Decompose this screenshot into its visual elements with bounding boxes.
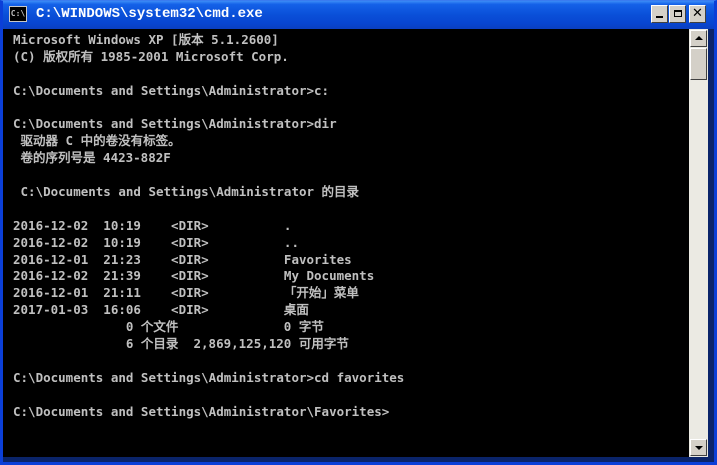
- minimize-icon: [656, 16, 663, 18]
- console-line: 驱动器 C 中的卷没有标签。: [13, 133, 181, 149]
- console-line: Microsoft Windows XP [版本 5.1.2600]: [13, 32, 279, 47]
- console-line: 2016-12-02 10:19 <DIR> .: [13, 217, 292, 233]
- console-line: C:\Documents and Settings\Administrator>…: [13, 116, 337, 132]
- close-button[interactable]: ✕: [689, 5, 706, 23]
- console-line: 2016-12-02 10:19 <DIR> ..: [13, 234, 299, 250]
- vertical-scrollbar[interactable]: [689, 29, 708, 457]
- cmd-window: C:\ C:\WINDOWS\system32\cmd.exe ✕ Micros…: [0, 0, 717, 465]
- console-line: C:\Documents and Settings\Administrator …: [13, 184, 360, 200]
- maximize-button[interactable]: [669, 5, 686, 23]
- console-line: (C) 版权所有 1985-2001 Microsoft Corp.: [13, 48, 289, 64]
- console-output[interactable]: Microsoft Windows XP [版本 5.1.2600] (C) 版权…: [3, 29, 689, 457]
- scroll-up-button[interactable]: [690, 30, 707, 47]
- console-line: C:\Documents and Settings\Administrator\…: [13, 403, 390, 419]
- console-line: C:\Documents and Settings\Administrator>…: [13, 369, 405, 385]
- close-icon: ✕: [692, 6, 703, 21]
- minimize-button[interactable]: [651, 5, 668, 23]
- console-text: Microsoft Windows XP [版本 5.1.2600] (C) 版权…: [13, 32, 404, 420]
- console-line: 2016-12-01 21:11 <DIR> 「开始」菜单: [13, 285, 359, 301]
- title-bar[interactable]: C:\ C:\WINDOWS\system32\cmd.exe ✕: [3, 1, 714, 29]
- console-line: C:\Documents and Settings\Administrator>…: [13, 82, 330, 98]
- console-line: 6 个目录 2,869,125,120 可用字节: [13, 336, 349, 352]
- console-line: 0 个文件 0 字节: [13, 319, 324, 335]
- console-line: 2017-01-03 16:06 <DIR> 桌面: [13, 302, 309, 318]
- maximize-icon: [673, 10, 682, 17]
- scroll-down-button[interactable]: [690, 439, 707, 456]
- cmd-icon[interactable]: C:\: [9, 6, 27, 22]
- console-line: 卷的序列号是 4423-882F: [13, 150, 171, 166]
- console-line: 2016-12-02 21:39 <DIR> My Documents: [13, 268, 375, 284]
- window-title: C:\WINDOWS\system32\cmd.exe: [36, 6, 263, 22]
- scroll-thumb[interactable]: [690, 48, 707, 80]
- console-line: 2016-12-01 21:23 <DIR> Favorites: [13, 251, 352, 267]
